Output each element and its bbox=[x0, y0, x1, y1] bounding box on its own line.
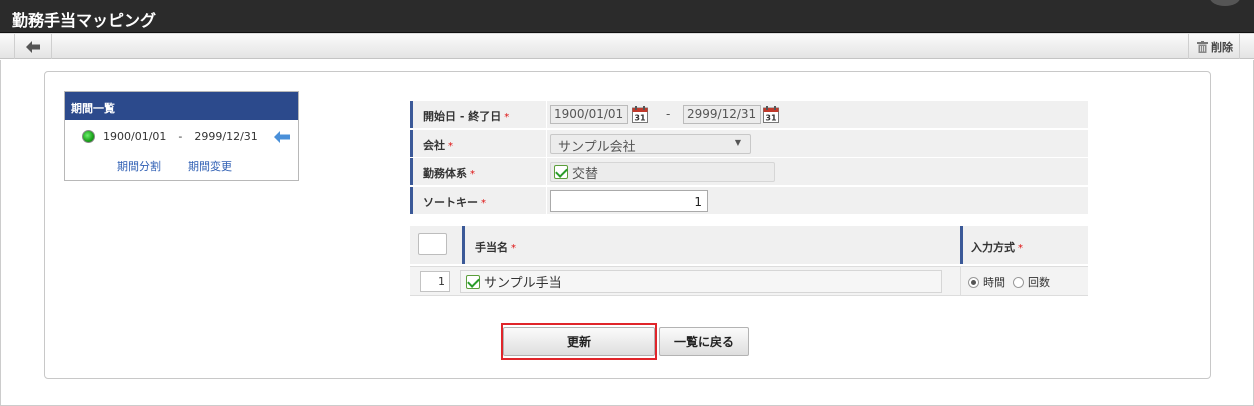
period-links: 期間分割 期間変更 bbox=[117, 158, 232, 174]
column-divider bbox=[960, 267, 961, 295]
checkbox-checked-icon[interactable] bbox=[554, 165, 568, 179]
work-system-value: 交替 bbox=[547, 158, 1088, 185]
radio-time[interactable] bbox=[968, 276, 979, 288]
date-range-value: 1900/01/01 31 - 2999/12/31 31 bbox=[547, 101, 1088, 128]
radio-count-label: 回数 bbox=[1028, 276, 1050, 289]
delete-label: 削除 bbox=[1211, 40, 1233, 54]
date-range-label: 開始日 - 終了日 * bbox=[410, 101, 546, 128]
company-label-text: 会社 bbox=[423, 139, 445, 152]
required-mark: * bbox=[448, 141, 453, 152]
delete-button[interactable]: 削除 bbox=[1188, 34, 1240, 59]
date-range-row: 開始日 - 終了日 * 1900/01/01 31 - 2999/12/31 31 bbox=[410, 101, 1088, 128]
required-mark: * bbox=[1018, 243, 1023, 254]
allowance-name-field[interactable]: サンプル手当 bbox=[460, 270, 942, 293]
sort-key-value: 1 bbox=[547, 187, 1088, 214]
company-value: サンプル会社 ▼ bbox=[547, 130, 1088, 157]
work-system-row: 勤務体系 * 交替 bbox=[410, 158, 1088, 185]
date-range-label-text: 開始日 - 終了日 bbox=[423, 110, 502, 123]
required-mark: * bbox=[470, 169, 475, 180]
period-list-title: 期間一覧 bbox=[65, 92, 298, 120]
sort-key-label-text: ソートキー bbox=[423, 196, 478, 209]
company-selected-value: サンプル会社 bbox=[558, 140, 636, 155]
period-separator: - bbox=[178, 130, 183, 143]
required-mark: * bbox=[511, 243, 516, 254]
sort-key-row: ソートキー * 1 bbox=[410, 187, 1088, 214]
sort-key-input[interactable]: 1 bbox=[550, 190, 708, 212]
page-title: 勤務手当マッピング bbox=[12, 11, 157, 30]
work-system-field[interactable]: 交替 bbox=[550, 162, 775, 182]
back-to-list-button[interactable]: 一覧に戻る bbox=[659, 327, 749, 356]
period-list: 期間一覧 1900/01/01 - 2999/12/31 期間分割 期間変更 bbox=[64, 91, 299, 181]
radio-time-label: 時間 bbox=[983, 276, 1005, 289]
column-input-method-text: 入力方式 bbox=[971, 241, 1015, 254]
chevron-down-icon: ▼ bbox=[734, 138, 741, 147]
checkbox-checked-icon[interactable] bbox=[466, 274, 480, 289]
company-row: 会社 * サンプル会社 ▼ bbox=[410, 130, 1088, 157]
arrow-left-icon bbox=[26, 40, 40, 53]
required-mark: * bbox=[504, 112, 510, 123]
radio-count[interactable] bbox=[1013, 276, 1024, 288]
calendar-day: 31 bbox=[765, 114, 777, 123]
column-allowance-name-text: 手当名 bbox=[475, 241, 508, 254]
company-label: 会社 * bbox=[410, 130, 546, 157]
company-select[interactable]: サンプル会社 ▼ bbox=[550, 134, 751, 155]
toolbar: 削除 bbox=[0, 33, 1254, 59]
current-period-arrow-icon[interactable] bbox=[273, 130, 290, 143]
period-end: 2999/12/31 bbox=[194, 130, 258, 143]
status-indicator-icon bbox=[82, 130, 95, 143]
user-avatar[interactable] bbox=[1210, 0, 1240, 6]
end-date-input[interactable]: 2999/12/31 bbox=[683, 105, 761, 124]
table-row: 1 サンプル手当 時間 回数 bbox=[410, 266, 1088, 296]
calendar-icon[interactable]: 31 bbox=[763, 106, 779, 123]
period-item[interactable]: 1900/01/01 - 2999/12/31 bbox=[82, 130, 290, 143]
calendar-day: 31 bbox=[634, 114, 646, 123]
select-all-checkbox[interactable] bbox=[418, 233, 447, 255]
title-bar: 勤務手当マッピング bbox=[0, 0, 1254, 33]
period-split-link[interactable]: 期間分割 bbox=[117, 158, 161, 174]
column-input-method: 入力方式 * bbox=[960, 226, 1023, 264]
back-button[interactable] bbox=[14, 34, 52, 59]
start-date-input[interactable]: 1900/01/01 bbox=[550, 105, 628, 124]
period-change-link[interactable]: 期間変更 bbox=[188, 158, 232, 174]
sort-key-label: ソートキー * bbox=[410, 187, 546, 214]
input-method-radio-group: 時間 回数 bbox=[968, 274, 1050, 290]
period-start: 1900/01/01 bbox=[103, 130, 167, 143]
work-system-text: 交替 bbox=[572, 166, 599, 182]
required-mark: * bbox=[481, 198, 486, 209]
work-system-label-text: 勤務体系 bbox=[423, 167, 467, 180]
row-number-input[interactable]: 1 bbox=[420, 271, 450, 292]
work-system-label: 勤務体系 * bbox=[410, 158, 546, 185]
trash-icon bbox=[1197, 40, 1208, 53]
allowance-name-text: サンプル手当 bbox=[484, 276, 562, 291]
update-button[interactable]: 更新 bbox=[503, 327, 655, 356]
column-allowance-name: 手当名 * bbox=[462, 226, 516, 264]
allowance-table-header: 手当名 * 入力方式 * bbox=[410, 226, 1088, 264]
date-separator: - bbox=[666, 107, 671, 121]
calendar-icon[interactable]: 31 bbox=[632, 106, 648, 123]
